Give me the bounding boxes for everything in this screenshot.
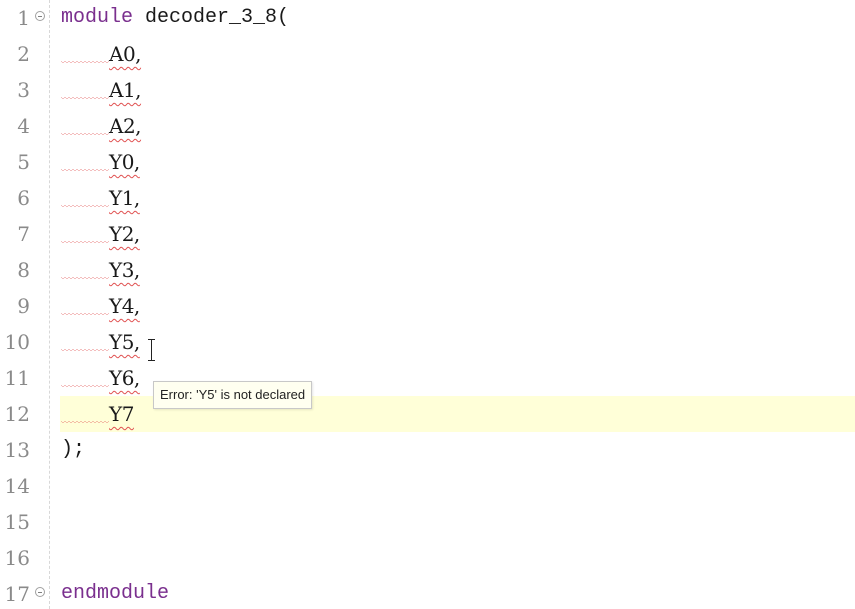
line-code: A1, [61,72,142,108]
port-signal: Y7 [109,402,134,426]
indent-error-squiggle [61,144,109,180]
line-number: 14 [4,474,30,498]
line-number: 13 [4,438,30,462]
code-line[interactable]: 3 A1, [0,72,855,108]
indent-error-squiggle [61,252,109,288]
line-number: 7 [17,222,30,246]
indent-error-squiggle [61,216,109,252]
code-line[interactable]: 8 Y3, [0,252,855,288]
line-number: 8 [17,258,30,282]
code-line[interactable]: 5 Y0, [0,144,855,180]
port-signal: Y6, [109,366,140,390]
indent-error-squiggle [61,180,109,216]
line-number: 16 [4,546,30,570]
fold-toggle-icon[interactable] [35,11,45,21]
line-number: 1 [17,6,30,30]
line-code: module decoder_3_8( [61,0,289,36]
line-code: Y2, [61,216,140,252]
line-code: Y6, [61,360,140,396]
code-line[interactable]: 16 [0,540,855,576]
line-number: 12 [4,402,30,426]
port-signal: A0, [109,42,142,66]
code-token: decoder_3_8( [133,6,290,29]
keyword-token: module [61,6,134,29]
line-number: 11 [4,366,30,390]
line-code: A0, [61,36,142,72]
indent-error-squiggle [61,360,109,396]
port-signal: Y3, [109,258,140,282]
indent-error-squiggle [61,36,109,72]
port-signal: Y2, [109,222,140,246]
code-line[interactable]: 9 Y4, [0,288,855,324]
code-line[interactable]: 6 Y1, [0,180,855,216]
line-number: 5 [17,150,30,174]
line-number: 4 [17,114,30,138]
line-number: 9 [17,294,30,318]
code-token: ); [61,438,86,461]
code-line[interactable]: 1 module decoder_3_8( [0,0,855,36]
line-code: Y3, [61,252,140,288]
code-line[interactable]: 10 Y5, [0,324,855,360]
code-line[interactable]: 4 A2, [0,108,855,144]
code-editor[interactable]: 1 module decoder_3_8( 2 A0, 3 A1, 4 A2, 5 Y0, 6 Y1,… [0,0,855,609]
code-line[interactable]: 11 Y6, [0,360,855,396]
indent-error-squiggle [61,288,109,324]
code-line[interactable]: 2 A0, [0,36,855,72]
code-line[interactable]: 15 [0,504,855,540]
text-cursor-icon [147,339,156,361]
line-code: Y0, [61,144,140,180]
port-signal: A1, [109,78,142,102]
keyword-token: endmodule [61,582,170,605]
line-code: A2, [61,108,142,144]
line-number: 3 [17,78,30,102]
line-code: Y1, [61,180,140,216]
line-code: Y7 [61,396,134,432]
port-signal: Y1, [109,186,140,210]
line-number: 17 [4,582,30,606]
indent-error-squiggle [61,72,109,108]
fold-toggle-icon[interactable] [35,587,45,597]
line-code: ); [61,432,85,468]
indent-error-squiggle [61,324,109,360]
line-code: Y4, [61,288,140,324]
code-line[interactable]: 17 endmodule [0,576,855,609]
port-signal: Y4, [109,294,140,318]
code-line[interactable]: 7 Y2, [0,216,855,252]
port-signal: Y0, [109,150,140,174]
indent-error-squiggle [61,396,109,432]
line-code: Y5, [61,324,140,360]
code-line[interactable]: 14 [0,468,855,504]
indent-error-squiggle [61,108,109,144]
line-number: 6 [17,186,30,210]
code-line[interactable]: 13); [0,432,855,468]
port-signal: A2, [109,114,142,138]
port-signal: Y5, [109,330,140,354]
line-number: 10 [4,330,30,354]
line-code: endmodule [61,576,169,609]
line-number: 2 [17,42,30,66]
line-number: 15 [4,510,30,534]
error-tooltip: Error: 'Y5' is not declared [153,381,313,409]
